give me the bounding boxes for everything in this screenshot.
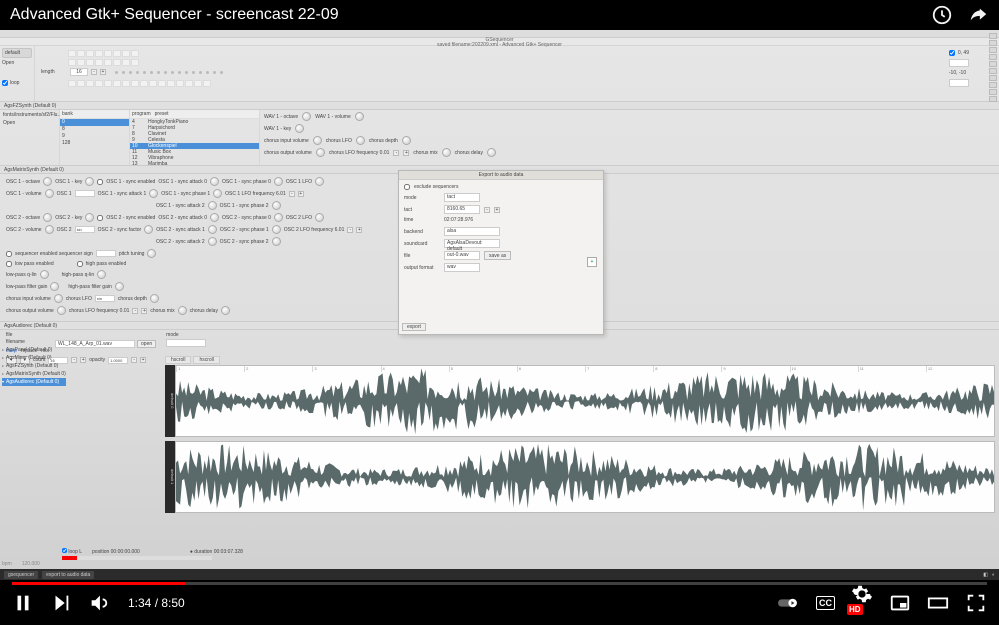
instrument-browser: fonts/instruments/sf2/Flu… Open bank 0 8…: [0, 110, 999, 165]
next-button[interactable]: [50, 592, 72, 614]
tray-icon[interactable]: ◧: [983, 572, 988, 578]
video-progress-played: [12, 582, 185, 585]
export-dialog: Export to audio data exclude sequencers …: [398, 170, 604, 335]
loop-enabled[interactable]: [62, 548, 67, 553]
exclude-seq-check[interactable]: [404, 184, 410, 190]
audiorec-filename-label: filename: [6, 339, 49, 345]
track-item[interactable]: AgsMatrixSynth (Default 0): [6, 370, 66, 378]
desktop-taskbar: gsequencer export to audio data ◧ ◐: [0, 569, 999, 580]
video-title-bar: Advanced Gtk+ Sequencer - screencast 22-…: [0, 0, 999, 30]
program-row[interactable]: 13Marimba: [130, 161, 259, 165]
duration-label: duration 00:03:07.328: [194, 549, 243, 555]
wave-tab[interactable]: hscroll: [193, 356, 219, 364]
app-window-title: GSequencer saved filename:202209.xml - A…: [437, 38, 562, 48]
waveform-area: hscrollhscroll default 0 123456789101112…: [165, 356, 995, 510]
timeline-mini[interactable]: [62, 556, 212, 560]
length-inc[interactable]: +: [100, 69, 106, 75]
program-list[interactable]: programpreset 4HongkyTonkPiano 7Harpsich…: [130, 110, 260, 165]
wave-tab[interactable]: hscroll: [165, 356, 191, 364]
chorus-lfo-knob[interactable]: [356, 136, 365, 145]
run-check-1[interactable]: [949, 50, 955, 56]
length-label: length: [41, 69, 63, 75]
wav1-octave-knob[interactable]: [302, 112, 311, 121]
bank-list[interactable]: bank 0 8 9 128: [60, 110, 130, 165]
app-menubar: GSequencer saved filename:202209.xml - A…: [0, 38, 999, 46]
length-dec[interactable]: -: [91, 69, 97, 75]
wav1-key-knob[interactable]: [295, 124, 304, 133]
tact-field[interactable]: 8160.65: [444, 205, 480, 214]
track-item[interactable]: AgsFZSynth (Default 0): [6, 362, 58, 370]
tray-icon[interactable]: ◐: [992, 572, 995, 578]
open-file-btn[interactable]: open: [137, 340, 156, 348]
run-label-2: -10, -10: [949, 70, 966, 76]
miniplayer-button[interactable]: [889, 592, 911, 614]
video-title: Advanced Gtk+ Sequencer - screencast 22-…: [10, 6, 339, 24]
track-item[interactable]: AgsAudiorec (Default 0): [6, 378, 59, 386]
sf2-open[interactable]: Open: [1, 119, 58, 127]
wave-side-label: default 0: [165, 365, 175, 437]
chorus-out-knob[interactable]: [316, 148, 325, 157]
chorus-in-knob[interactable]: [313, 136, 322, 145]
fullscreen-button[interactable]: [965, 592, 987, 614]
video-controls: 1:34 / 8:50 CC HD: [0, 580, 999, 625]
wave-track-0[interactable]: default 0 123456789101112: [165, 365, 995, 437]
track-item[interactable]: AgsPanel (Default 0): [6, 346, 52, 354]
spinner-2[interactable]: [949, 79, 969, 87]
format-select[interactable]: wav: [444, 263, 480, 272]
captions-button[interactable]: CC: [816, 596, 835, 610]
soundcard-select[interactable]: AgsAlsaDevout: default: [444, 239, 500, 248]
backend-select[interactable]: alsa: [444, 227, 500, 236]
mode-select[interactable]: tact: [444, 193, 480, 202]
section-fzsynth[interactable]: AgsFZSynth (Default 0): [0, 101, 999, 110]
chorus-mix-knob[interactable]: [442, 148, 451, 157]
pattern-grid[interactable]: length 16 - +: [35, 46, 335, 101]
run-label-1: 0, 49: [958, 50, 969, 56]
settings-button[interactable]: HD: [851, 583, 873, 623]
right-palette: [989, 33, 997, 102]
chorus-delay-knob[interactable]: [487, 148, 496, 157]
wave-side-label: default 1: [165, 441, 175, 513]
volume-icon[interactable]: [88, 592, 110, 614]
bank-item[interactable]: 128: [60, 140, 129, 147]
video-time: 1:34 / 8:50: [128, 596, 185, 610]
export-button[interactable]: export: [402, 323, 426, 331]
default-tab[interactable]: default: [2, 48, 32, 58]
loop-checkbox[interactable]: [2, 80, 8, 86]
length-input[interactable]: 16: [70, 68, 88, 76]
opacity-field[interactable]: 1.0000: [108, 357, 128, 364]
time-value: 02:07:28.976: [444, 217, 473, 223]
audiorec-file-label: file: [6, 332, 49, 338]
bank-item[interactable]: 0: [60, 119, 129, 126]
save-as-button[interactable]: save as: [484, 251, 511, 260]
outfile-field[interactable]: out-0.wav: [444, 251, 480, 260]
loop-label: loop: [10, 80, 19, 86]
position-label: position 00:00:00.000: [92, 549, 140, 555]
autoplay-toggle[interactable]: [778, 592, 800, 614]
taskbar-dialog[interactable]: export to audio data: [42, 571, 94, 579]
watch-later-icon[interactable]: [931, 4, 953, 26]
open-button-small[interactable]: Open: [2, 60, 32, 66]
bottom-status: loop L position 00:00:00.000 ● duration …: [2, 548, 997, 566]
share-icon[interactable]: [967, 4, 989, 26]
add-output-button[interactable]: +: [587, 257, 597, 267]
bank-item[interactable]: 9: [60, 133, 129, 140]
bpm-value: 120.000: [22, 561, 40, 567]
theater-button[interactable]: [927, 592, 949, 614]
top-panel: default Open loop length 16 - +: [0, 46, 999, 101]
sf2-path: fonts/instruments/sf2/Flu…: [1, 111, 58, 119]
bank-header: bank: [60, 110, 129, 119]
chorus-depth-knob[interactable]: [402, 136, 411, 145]
bank-item[interactable]: 8: [60, 126, 129, 133]
video-progress[interactable]: [12, 582, 987, 585]
filename-field[interactable]: WL_148_A_Arp_01.wav: [55, 340, 135, 348]
wav1-volume-knob[interactable]: [355, 112, 364, 121]
track-tree[interactable]: ▹AgsPanel (Default 0) ▹AgsMixer (Default…: [2, 346, 66, 386]
track-item[interactable]: AgsMixer (Default 0): [6, 354, 52, 362]
spinner-1[interactable]: [949, 59, 969, 67]
dialog-title: Export to audio data: [399, 171, 603, 180]
app-viewport: GSequencer saved filename:202209.xml - A…: [0, 30, 999, 580]
pause-button[interactable]: [12, 592, 34, 614]
taskbar-app[interactable]: gsequencer: [4, 571, 38, 579]
wave-track-1[interactable]: default 1: [165, 441, 995, 513]
